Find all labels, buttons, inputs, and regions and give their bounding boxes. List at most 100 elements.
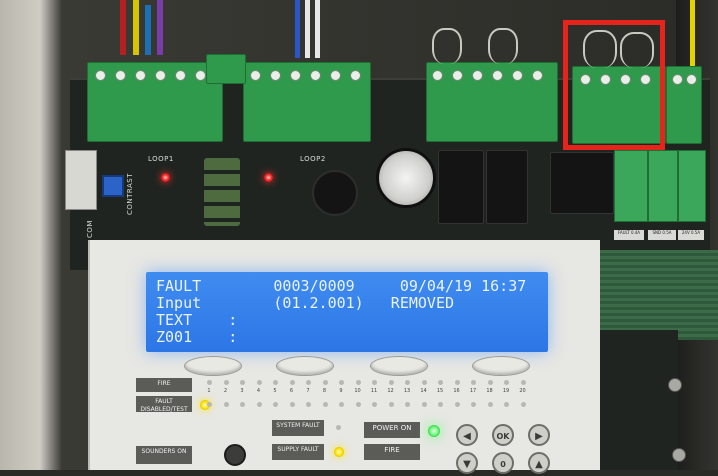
sounders-on-label: SOUNDERS ON [136, 446, 192, 464]
zone-fire-led [520, 380, 526, 385]
zone-fire-led [339, 380, 344, 385]
soft-key-4[interactable] [472, 356, 530, 376]
loop2-label: LOOP2 [300, 155, 326, 163]
zone-fire-led [405, 380, 410, 385]
zone-fire-led [388, 380, 394, 385]
zone-fault-led [504, 402, 509, 407]
zone-fault-led [207, 402, 212, 407]
zone-fault-led [454, 402, 460, 407]
zone-fire-led [256, 380, 262, 385]
zone-fault-led [438, 402, 443, 407]
lcd-line-1: FAULT 0003/0009 09/04/19 16:37 [156, 277, 527, 295]
lcd-line-3: TEXT : [156, 311, 238, 329]
buzzer [312, 170, 358, 216]
zone-number: 8 [322, 388, 327, 394]
nav-up-button[interactable]: ▲ [528, 452, 550, 474]
nav-right-button[interactable]: ▶ [528, 424, 550, 446]
zone-fire-led [504, 380, 509, 385]
supply-fault-led [334, 447, 344, 457]
zone-fault-led [339, 402, 344, 407]
soft-key-1[interactable] [184, 356, 242, 376]
pcb-led-red [161, 173, 170, 182]
power-on-label: POWER ON [364, 422, 420, 438]
nav-down-button[interactable]: ▼ [456, 452, 478, 474]
zone-fire-led [306, 380, 311, 385]
ribbon-connector [65, 150, 97, 210]
zone-fault-led [520, 402, 526, 407]
fire-indicator-label: FIRE [364, 444, 420, 460]
resistor-lead [488, 28, 518, 64]
loop1-label: LOOP1 [148, 155, 174, 163]
fuse-label: FAULT 0.4A [614, 230, 644, 240]
zone-fire-led [289, 380, 295, 385]
supply-fault-label: SUPPLY FAULT [272, 444, 324, 460]
zone-fault-led [487, 402, 493, 407]
zone-number: 16 [453, 388, 460, 394]
zone-number: 12 [387, 388, 394, 394]
power-on-led [428, 425, 440, 437]
zone-fault-led [223, 402, 229, 407]
zone-number: 7 [306, 388, 310, 394]
zone-number: 4 [256, 388, 261, 394]
zone-fire-led [421, 380, 427, 385]
lcd-line-2: Input (01.2.001) REMOVED [156, 294, 455, 312]
zone-fault-led [471, 402, 476, 407]
soft-key-2[interactable] [276, 356, 334, 376]
zone-number: 14 [420, 388, 427, 394]
coin-battery [376, 148, 436, 208]
zone-number: 17 [469, 388, 477, 394]
zone-number: 11 [370, 388, 378, 394]
zone-fire-led [372, 380, 377, 385]
zone-fault-led [273, 402, 278, 407]
system-fault-label: SYSTEM FAULT [272, 420, 324, 436]
zone-number: 3 [240, 388, 244, 394]
zone-number: 18 [486, 388, 493, 394]
highlight-box [563, 20, 665, 150]
zone-fire-led [207, 380, 212, 385]
zone-fault-led [421, 402, 427, 407]
zone-fault-led [322, 402, 328, 407]
zone-fault-led [372, 402, 377, 407]
ok-button[interactable]: OK [492, 424, 514, 446]
nav-left-button[interactable]: ◀ [456, 424, 478, 446]
zone-fault-led [355, 402, 361, 407]
zone-number: 6 [289, 388, 294, 394]
zone-fire-led [355, 380, 361, 385]
zone-led-grid: 1 2 3 4 5 6 7 8 9 10 11 12 13 14 15 16 17 18 19 20 [206, 380, 546, 416]
zone-number: 19 [502, 388, 510, 394]
zone-number: 10 [354, 388, 361, 394]
mounting-screw [672, 448, 686, 462]
lcd-line-4: Z001 : [156, 328, 238, 346]
zone-fault-led [306, 402, 311, 407]
resistor-array [204, 158, 240, 226]
zone-number: 20 [519, 388, 526, 394]
wire-bundle-left [115, 0, 185, 60]
fuse-label: SND 0.5A [648, 230, 676, 240]
zone-fire-led [223, 380, 229, 385]
zone-number: 9 [339, 388, 343, 394]
zone-fault-led [256, 402, 262, 407]
zone-fire-led [240, 380, 245, 385]
sounders-button[interactable] [224, 444, 246, 466]
soft-key-3[interactable] [370, 356, 428, 376]
fire-zone-label: FIRE [136, 378, 192, 392]
lcd-display: FAULT 0003/0009 09/04/19 16:37 Input (01… [146, 272, 548, 352]
zone-number: 2 [223, 388, 228, 394]
relay [438, 150, 484, 224]
fuse-holder [648, 150, 678, 222]
mounting-screw [668, 378, 682, 392]
zone-number: 5 [273, 388, 277, 394]
zone-fire-led [471, 380, 476, 385]
fuse-label: 24V 0.5A [678, 230, 704, 240]
zone-number: 15 [436, 388, 444, 394]
pcb-led-red [264, 173, 273, 182]
zone-number: 1 [207, 388, 211, 394]
resistor-lead [432, 28, 462, 64]
zero-button[interactable]: 0 [492, 452, 514, 474]
system-fault-led [336, 425, 341, 430]
contrast-label: CONTRAST [126, 173, 134, 215]
zone-fire-led [487, 380, 493, 385]
contrast-potentiometer[interactable] [102, 175, 124, 197]
zone-fire-led [322, 380, 328, 385]
zone-fire-led [273, 380, 278, 385]
